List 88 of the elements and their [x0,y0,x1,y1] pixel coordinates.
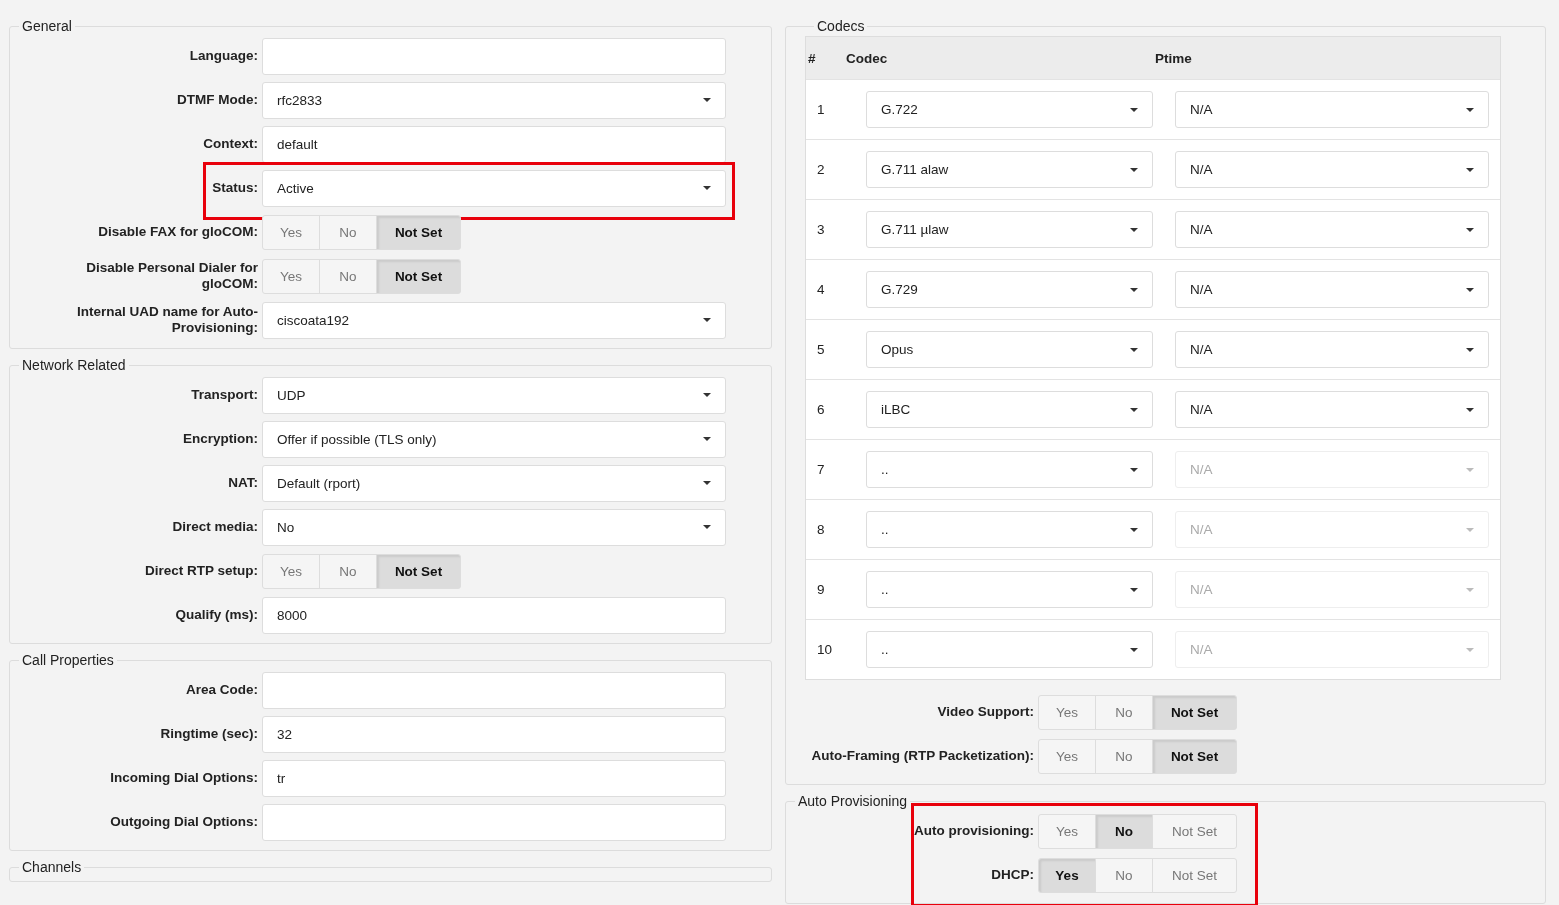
toggle-option[interactable]: Not Set [376,553,461,589]
field-label: Outgoing Dial Options: [109,814,258,830]
field-label: Direct RTP setup: [143,563,258,579]
toggle-option[interactable]: Not Set [1152,738,1237,774]
field-label: Incoming Dial Options: [109,770,258,786]
codec-select[interactable]: .. [866,571,1153,608]
section-title: Network Related [21,357,127,373]
ptime-select[interactable]: N/A [1175,151,1489,188]
field-label: Internal UAD name for Auto-Provisioning: [76,304,258,336]
section-title: Auto Provisioning [797,793,908,809]
select-field[interactable]: Default (rport) [262,464,726,502]
ptime-select[interactable]: N/A [1175,271,1489,308]
row-number: 1 [817,102,826,117]
ptime-select[interactable]: N/A [1175,211,1489,248]
toggle-option[interactable]: Yes [1038,694,1096,730]
select-field[interactable]: Active [262,169,726,207]
field-label: Language: [188,48,258,64]
field-label: Status: [211,180,258,196]
toggle-option[interactable]: No [319,553,377,589]
section-title: General [21,18,73,34]
codec-select[interactable]: G.722 [866,91,1153,128]
toggle-option[interactable]: No [1095,694,1153,730]
row-number: 9 [817,582,826,597]
row-number: 10 [817,642,834,657]
field-label: Direct media: [171,519,258,535]
select-field[interactable]: UDP [262,376,726,414]
codec-select[interactable]: .. [866,631,1153,668]
text-field[interactable]: tr [262,759,726,797]
section-title: Call Properties [21,652,115,668]
field-label: Video Support: [936,704,1034,720]
codec-select[interactable]: .. [866,451,1153,488]
toggle-option[interactable]: Not Set [1152,694,1237,730]
toggle-option[interactable]: Not Set [1152,813,1237,849]
row-number: 8 [817,522,826,537]
toggle-option[interactable]: Yes [1038,813,1096,849]
field-label: Qualify (ms): [174,607,258,623]
row-number: 3 [817,222,826,237]
toggle-option[interactable]: No [1095,813,1153,849]
column-header: Ptime [1155,50,1193,66]
select-field[interactable]: Offer if possible (TLS only) [262,420,726,458]
toggle-option[interactable]: Yes [262,214,320,250]
text-field[interactable]: 32 [262,715,726,753]
toggle-option[interactable]: Yes [1038,738,1096,774]
column-header: # [808,50,817,66]
field-label: NAT: [227,475,258,491]
codec-select[interactable]: G.711 alaw [866,151,1153,188]
codec-select[interactable]: G.729 [866,271,1153,308]
ptime-select[interactable]: N/A [1175,391,1489,428]
toggle-option[interactable]: No [1095,738,1153,774]
toggle-option[interactable]: No [1095,857,1153,893]
toggle-option[interactable]: Yes [262,553,320,589]
toggle-option[interactable]: Yes [1038,857,1096,893]
field-label: Disable Personal Dialer for gloCOM: [85,260,258,292]
codec-select[interactable]: .. [866,511,1153,548]
field-label: Auto provisioning: [913,823,1034,839]
section-title: Codecs [816,18,866,34]
row-number: 5 [817,342,826,357]
row-number: 6 [817,402,826,417]
row-number: 7 [817,462,826,477]
toggle-option[interactable]: No [319,258,377,294]
codec-select[interactable]: iLBC [866,391,1153,428]
toggle-option[interactable]: Not Set [376,258,461,294]
field-label: Encryption: [182,431,258,447]
text-field[interactable]: 8000 [262,596,726,634]
ptime-select[interactable]: N/A [1175,91,1489,128]
select-field[interactable]: rfc2833 [262,81,726,119]
column-header: Codec [846,50,889,66]
field-label: DHCP: [990,867,1034,883]
toggle-option[interactable]: Yes [262,258,320,294]
section-title: Channels [21,859,83,875]
ptime-select[interactable]: N/A [1175,331,1489,368]
field-label: Ringtime (sec): [159,726,258,742]
select-field[interactable]: No [262,508,726,546]
field-label: Transport: [190,387,258,403]
codec-select[interactable]: G.711 µlaw [866,211,1153,248]
toggle-option[interactable]: Not Set [1152,857,1237,893]
codec-select[interactable]: Opus [866,331,1153,368]
field-label: DTMF Mode: [176,92,258,108]
row-number: 2 [817,162,826,177]
row-number: 4 [817,282,826,297]
field-label: Area Code: [185,682,258,698]
field-label: Auto-Framing (RTP Packetization): [810,748,1034,764]
field-label: Disable FAX for gloCOM: [97,224,258,240]
toggle-option[interactable]: No [319,214,377,250]
toggle-option[interactable]: Not Set [376,214,461,250]
select-field[interactable]: ciscoata192 [262,301,726,339]
text-field[interactable]: default [262,125,726,163]
field-label: Context: [202,136,258,152]
